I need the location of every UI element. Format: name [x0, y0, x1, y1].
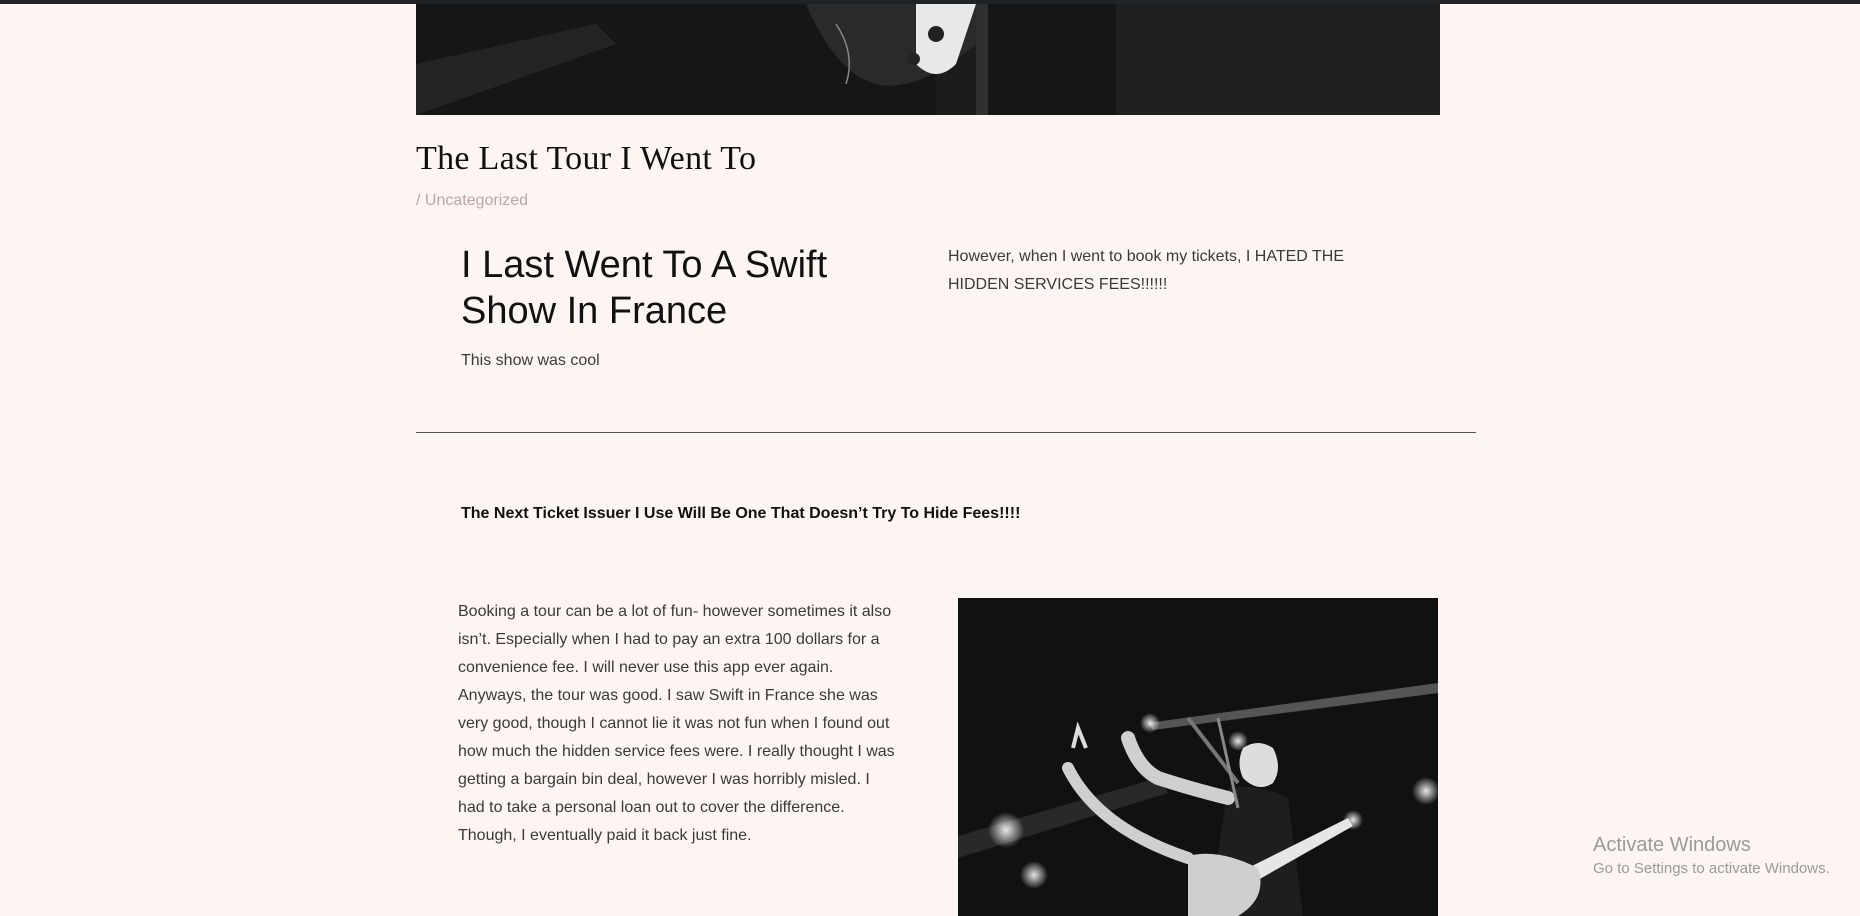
- concert-photo: [958, 598, 1438, 916]
- fees-text: However, when I went to book my tickets,…: [948, 248, 1344, 293]
- intro-heading: I Last Went To A Swift Show In France: [461, 244, 828, 332]
- category-link[interactable]: Uncategorized: [425, 192, 528, 209]
- hero-guitar-graphic: [416, 4, 1440, 115]
- meta-separator: /: [416, 192, 421, 209]
- intro-text: This show was cool: [461, 352, 600, 369]
- body-paragraph: Booking a tour can be a lot of fun- howe…: [458, 603, 895, 844]
- windows-activation-watermark: Activate Windows Go to Settings to activ…: [1593, 833, 1830, 879]
- next-issuer-heading: The Next Ticket Issuer I Use Will Be One…: [461, 505, 1021, 522]
- post-meta: / Uncategorized: [416, 192, 528, 210]
- post-title: The Last Tour I Went To: [416, 140, 757, 177]
- concert-photo-graphic: [958, 598, 1438, 916]
- featured-image: [416, 4, 1440, 115]
- watermark-title: Activate Windows: [1593, 834, 1751, 856]
- watermark-subtitle: Go to Settings to activate Windows.: [1593, 860, 1830, 877]
- section-divider: [416, 432, 1476, 433]
